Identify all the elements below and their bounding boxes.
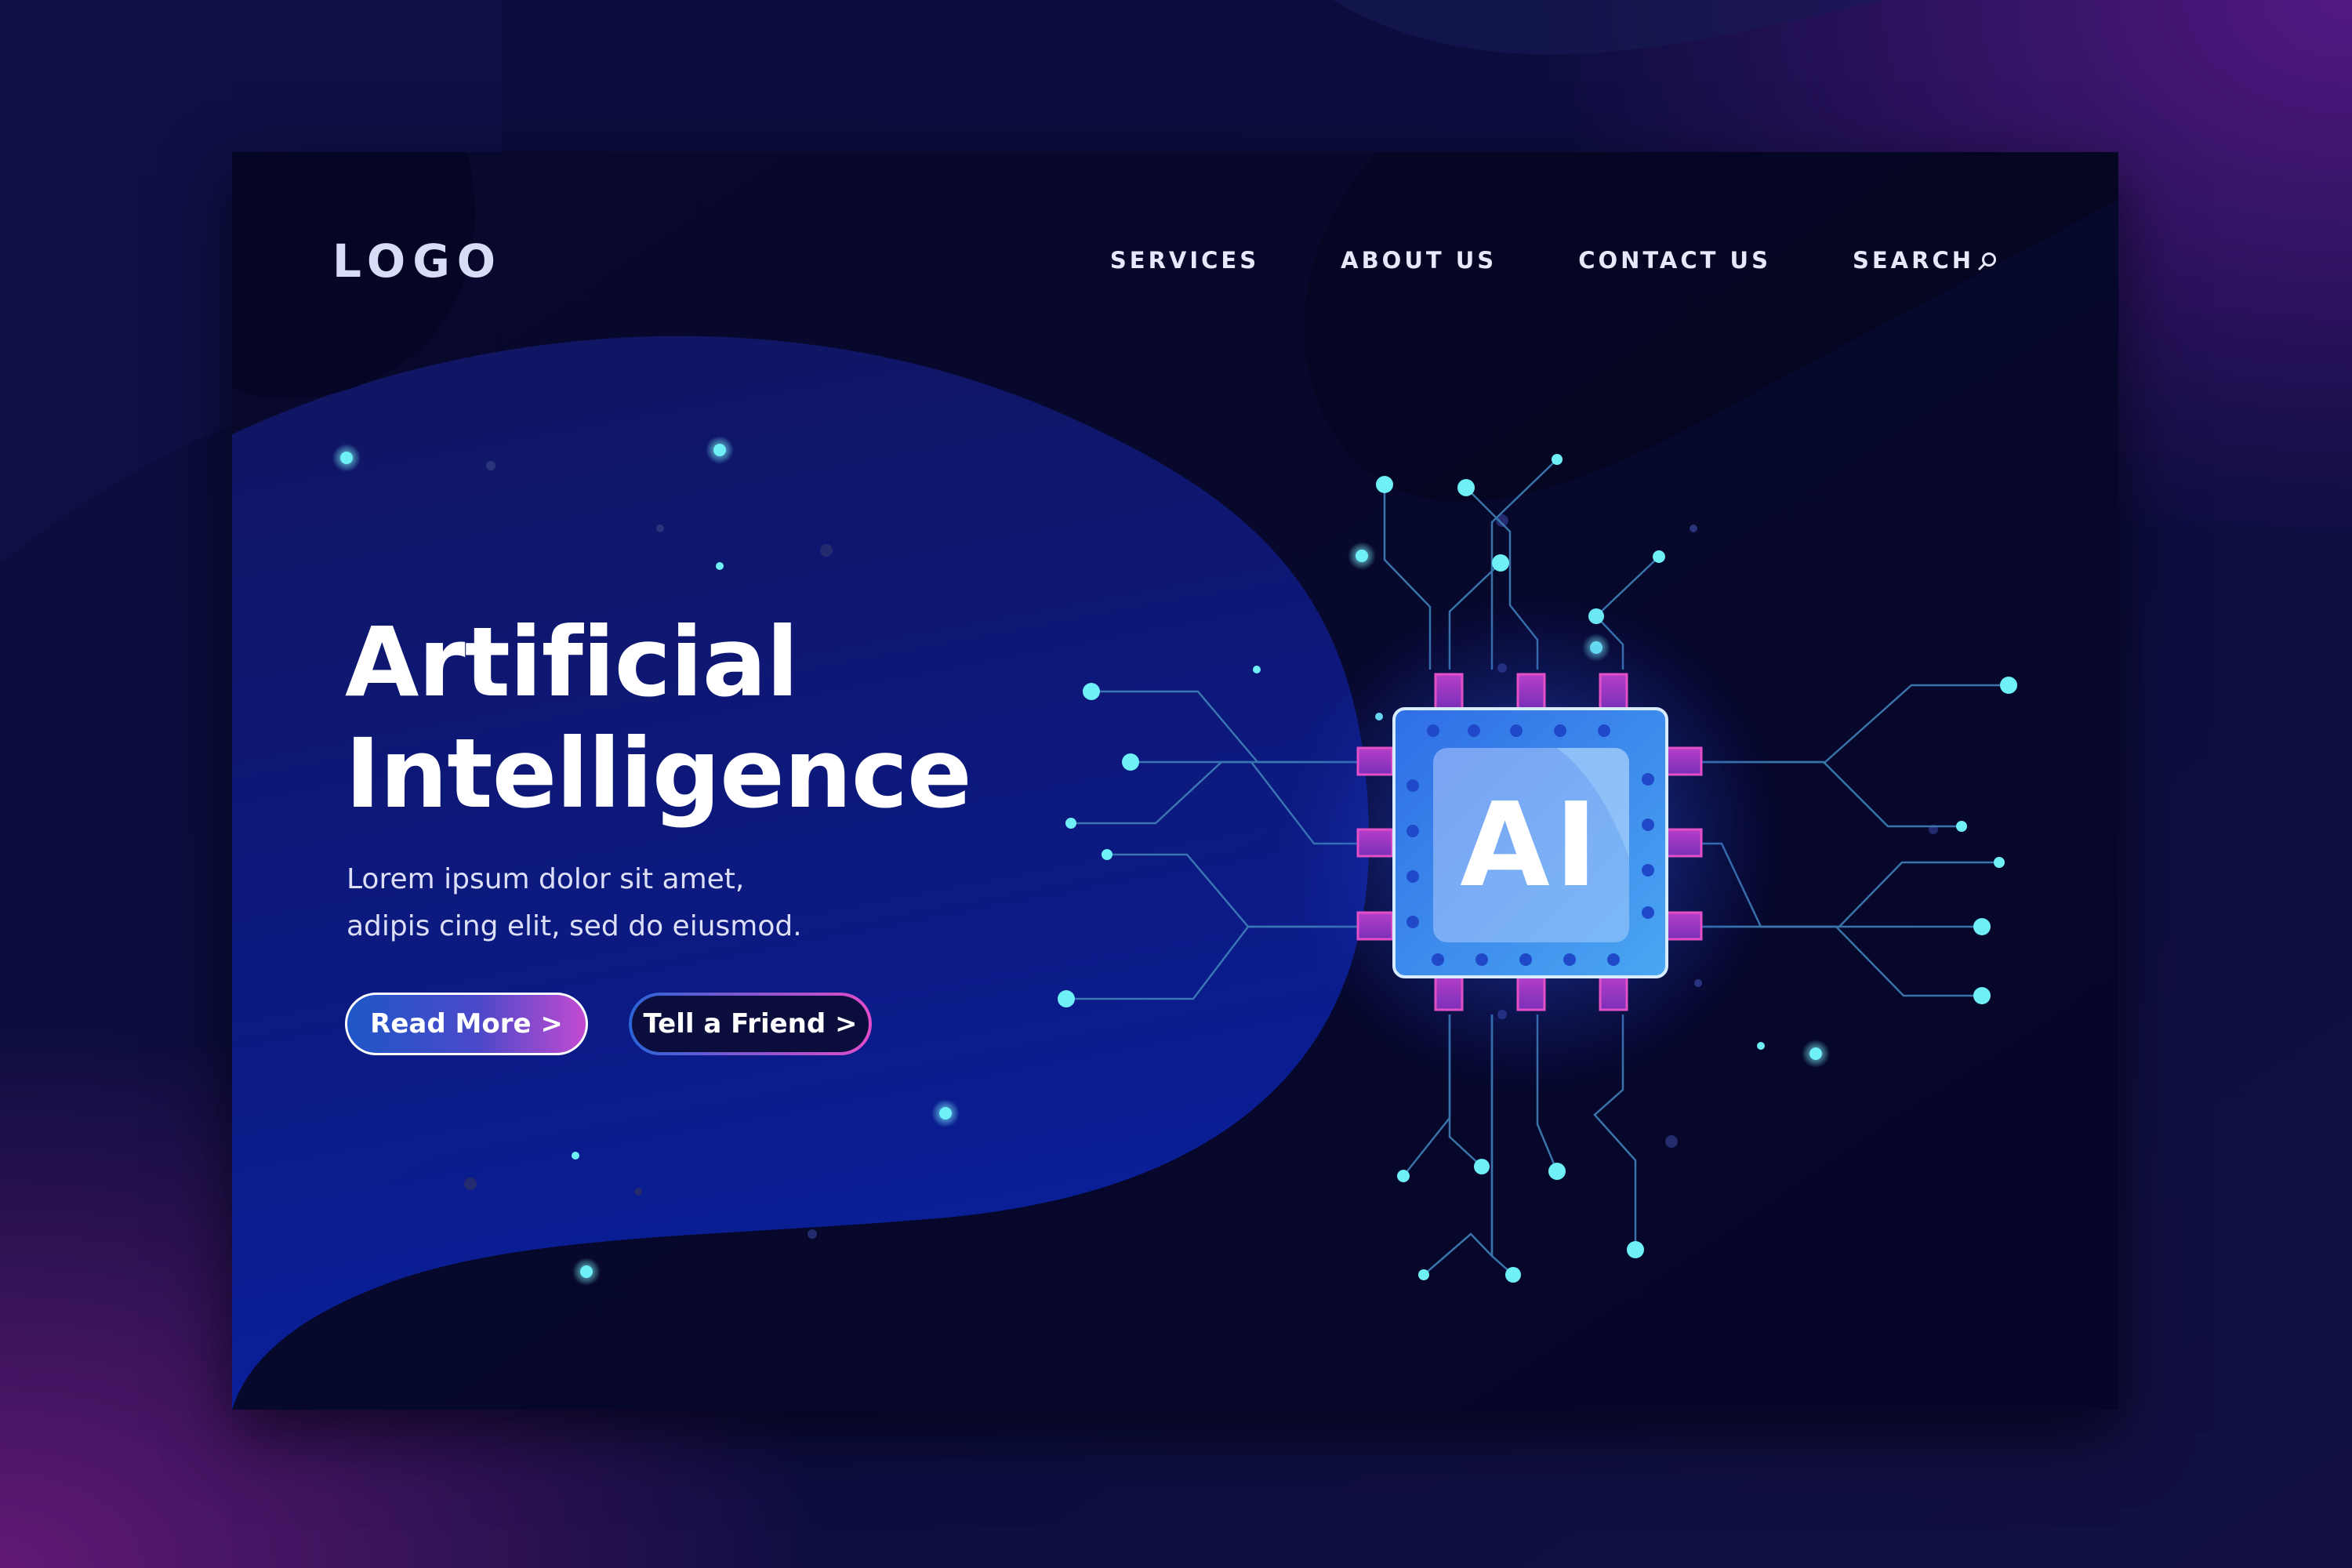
read-more-button[interactable]: Read More > [345, 993, 588, 1055]
nav-contact-us[interactable]: CONTACT US [1578, 249, 1771, 272]
nav-search-label: SEARCH [1852, 247, 1974, 274]
nav-contact-us-label: CONTACT US [1578, 247, 1771, 274]
logo[interactable]: LOGO [332, 238, 503, 284]
main-nav: SERVICES ABOUT US CONTACT US SEARCH [1110, 249, 1998, 272]
nav-services-label: SERVICES [1109, 247, 1260, 274]
nav-about-us-label: ABOUT US [1341, 247, 1497, 274]
tell-a-friend-button[interactable]: Tell a Friend > [629, 993, 872, 1055]
nav-services[interactable]: SERVICES [1110, 249, 1259, 272]
landing-page-stage: LOGO SERVICES ABOUT US CONTACT US SEARCH… [0, 0, 2352, 1568]
hero-subtitle: Lorem ipsum dolor sit amet, adipis cing … [347, 856, 802, 950]
nav-about-us[interactable]: ABOUT US [1341, 249, 1497, 272]
hero-subtitle-line-1: Lorem ipsum dolor sit amet, [347, 863, 745, 895]
nav-search[interactable]: SEARCH [1853, 249, 1998, 272]
hero-title: Artificial Intelligence [345, 607, 972, 829]
chip-label: AI [1460, 778, 1602, 913]
hero-title-line-2: Intelligence [345, 718, 972, 829]
search-icon [1978, 252, 1996, 270]
landing-card: LOGO SERVICES ABOUT US CONTACT US SEARCH… [232, 152, 2118, 1410]
hero-title-line-1: Artificial [345, 607, 799, 718]
hero-subtitle-line-2: adipis cing elit, sed do eiusmod. [347, 910, 802, 942]
